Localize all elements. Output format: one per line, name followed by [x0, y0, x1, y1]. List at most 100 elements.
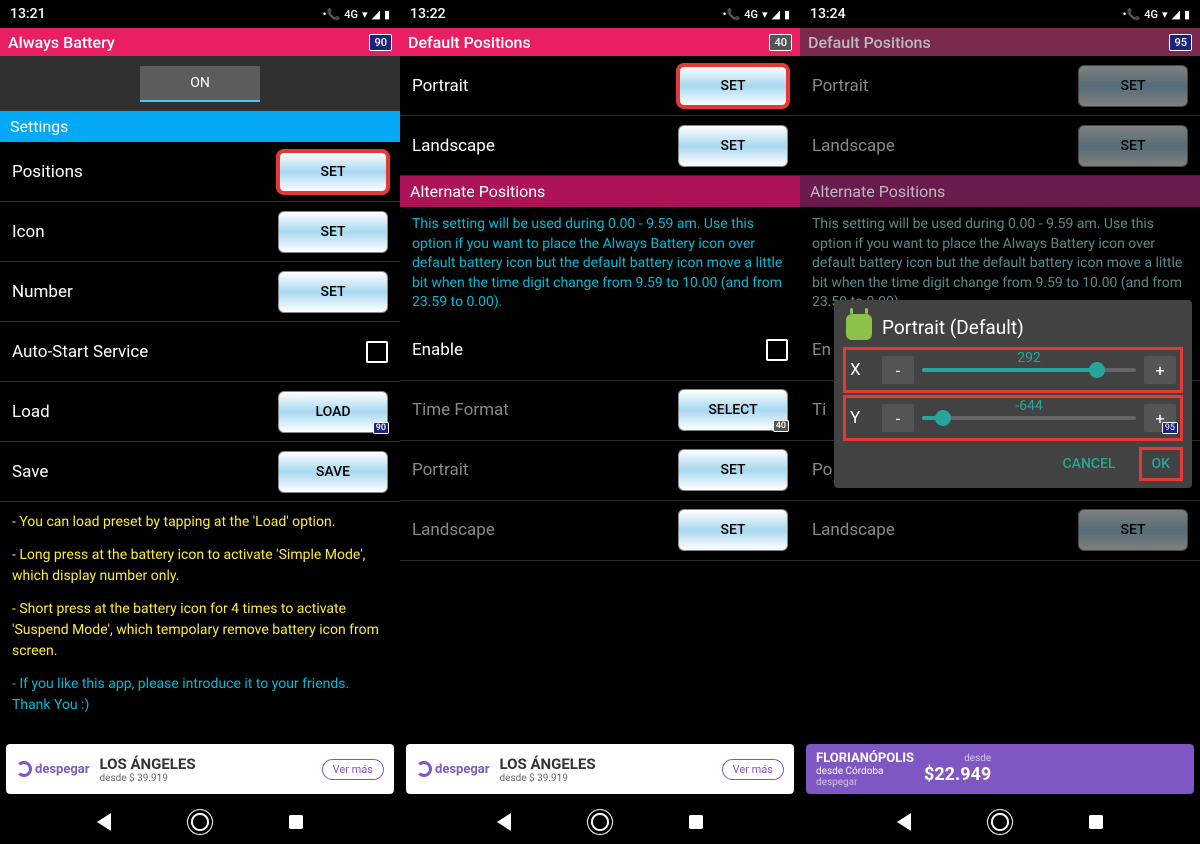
load-row[interactable]: Load LOAD 90 — [0, 382, 400, 442]
plus-badge: 95 — [1162, 422, 1178, 434]
x-slider[interactable]: 292 — [922, 368, 1136, 372]
icon-row[interactable]: Icon SET — [0, 202, 400, 262]
time-format-row: Time Format SELECT 40 — [400, 381, 800, 441]
net-label: 4G — [344, 8, 358, 21]
spacer — [400, 561, 800, 744]
select-label: SELECT — [708, 402, 757, 418]
time-format-label: Time Format — [412, 400, 509, 420]
ad-destination: LOS ÁNGELES — [100, 755, 196, 773]
number-row[interactable]: Number SET — [0, 262, 400, 322]
nav-back-button[interactable] — [97, 813, 111, 831]
select-badge: 40 — [773, 420, 789, 432]
app-bar: Always Battery 90 — [0, 28, 400, 56]
signal-icon: ◢ — [371, 8, 379, 21]
call-icon: •📞 — [723, 8, 741, 21]
ad-logo: despegar — [16, 761, 90, 777]
positions-row[interactable]: Positions SET — [0, 142, 400, 202]
x-plus-button[interactable]: + — [1144, 356, 1176, 384]
ad-cta-button[interactable]: Ver más — [322, 759, 384, 780]
status-icons: •📞 4G ▾ ◢ ▮ — [323, 8, 390, 21]
cancel-button[interactable]: CANCEL — [1053, 450, 1126, 478]
load-label: Load — [12, 402, 50, 422]
app-title: Default Positions — [408, 33, 531, 52]
dialog-overlay[interactable]: Portrait (Default) X - 292 + Y - -644 — [800, 0, 1200, 844]
positions-set-button[interactable]: SET — [278, 151, 388, 193]
ad-banner[interactable]: despegar LOS ÁNGELES desde $ 39.919 Ver … — [6, 744, 394, 794]
ad-price: desde $ 39.919 — [500, 773, 596, 784]
y-label: Y — [850, 408, 874, 428]
positions-label: Positions — [12, 162, 83, 182]
clock: 13:22 — [410, 6, 446, 22]
ad-banner[interactable]: despegar LOS ÁNGELES desde $ 39.919 Ver … — [406, 744, 794, 794]
screen-1: 13:21 •📞 4G ▾ ◢ ▮ Always Battery 90 ON S… — [0, 0, 400, 844]
tip-4: - If you like this app, please introduce… — [12, 674, 388, 716]
alt-landscape-set-button[interactable]: SET — [678, 509, 788, 551]
number-label: Number — [12, 282, 73, 302]
screen-2: 13:22 •📞 4G ▾ ◢ ▮ Default Positions 40 P… — [400, 0, 800, 844]
status-bar: 13:22 •📞 4G ▾ ◢ ▮ — [400, 0, 800, 28]
ad-logo: despegar — [416, 761, 490, 777]
save-row[interactable]: Save SAVE — [0, 442, 400, 502]
nav-recent-button[interactable] — [689, 815, 703, 829]
y-slider-row: Y - -644 + 95 — [846, 398, 1180, 438]
portrait-label: Portrait — [412, 76, 468, 96]
y-slider[interactable]: -644 — [922, 416, 1136, 420]
settings-header: Settings — [0, 111, 400, 142]
x-label: X — [850, 360, 874, 380]
autostart-label: Auto-Start Service — [12, 342, 148, 362]
battery-badge[interactable]: 90 — [369, 34, 392, 51]
enable-row[interactable]: Enable — [400, 321, 800, 381]
app-title: Always Battery — [8, 33, 115, 52]
ad-text: LOS ÁNGELES desde $ 39.919 — [500, 755, 596, 784]
icon-label: Icon — [12, 222, 45, 242]
nav-bar — [0, 800, 400, 844]
time-format-select-button[interactable]: SELECT 40 — [678, 389, 788, 431]
screen-3: 13:24 •📞 4G ▾ ◢ ▮ Default Positions 95 P… — [800, 0, 1200, 844]
number-set-button[interactable]: SET — [278, 271, 388, 313]
enable-label: Enable — [412, 340, 463, 360]
clock: 13:21 — [10, 6, 46, 22]
tip-3: - Short press at the battery icon for 4 … — [12, 599, 388, 662]
y-plus-button[interactable]: + 95 — [1144, 404, 1176, 432]
ad-price: desde $ 39.919 — [100, 773, 196, 784]
android-icon — [846, 314, 872, 340]
alt-portrait-row: Portrait SET — [400, 441, 800, 501]
signal-icon: ◢ — [771, 8, 779, 21]
tip-2: - Long press at the battery icon to acti… — [12, 545, 388, 587]
save-button[interactable]: SAVE — [278, 451, 388, 493]
tip-1: - You can load preset by tapping at the … — [12, 512, 388, 533]
x-slider-row: X - 292 + — [846, 350, 1180, 390]
x-value: 292 — [1017, 350, 1041, 366]
enable-checkbox[interactable] — [766, 339, 788, 361]
wifi-icon: ▾ — [762, 8, 768, 21]
on-toggle[interactable]: ON — [140, 66, 260, 102]
autostart-row[interactable]: Auto-Start Service — [0, 322, 400, 382]
icon-set-button[interactable]: SET — [278, 211, 388, 253]
load-badge: 90 — [373, 422, 389, 434]
nav-home-button[interactable] — [191, 813, 209, 831]
landscape-label: Landscape — [412, 136, 495, 156]
call-icon: •📞 — [323, 8, 341, 21]
ad-destination: LOS ÁNGELES — [500, 755, 596, 773]
landscape-row[interactable]: Landscape SET — [400, 116, 800, 176]
nav-home-button[interactable] — [591, 813, 609, 831]
ok-button[interactable]: OK — [1142, 450, 1181, 478]
save-label: Save — [12, 462, 48, 482]
status-bar: 13:21 •📞 4G ▾ ◢ ▮ — [0, 0, 400, 28]
ad-cta-button[interactable]: Ver más — [722, 759, 784, 780]
portrait-row[interactable]: Portrait SET — [400, 56, 800, 116]
app-bar: Default Positions 40 — [400, 28, 800, 56]
y-minus-button[interactable]: - — [882, 404, 914, 432]
load-button[interactable]: LOAD 90 — [278, 391, 388, 433]
nav-back-button[interactable] — [497, 813, 511, 831]
battery-badge[interactable]: 40 — [769, 34, 792, 51]
battery-icon: ▮ — [384, 8, 390, 21]
alt-portrait-set-button[interactable]: SET — [678, 449, 788, 491]
nav-recent-button[interactable] — [289, 815, 303, 829]
x-minus-button[interactable]: - — [882, 356, 914, 384]
landscape-set-button[interactable]: SET — [678, 125, 788, 167]
alt-landscape-label: Landscape — [412, 520, 495, 540]
portrait-set-button[interactable]: SET — [678, 65, 788, 107]
autostart-checkbox[interactable] — [366, 341, 388, 363]
wifi-icon: ▾ — [362, 8, 368, 21]
